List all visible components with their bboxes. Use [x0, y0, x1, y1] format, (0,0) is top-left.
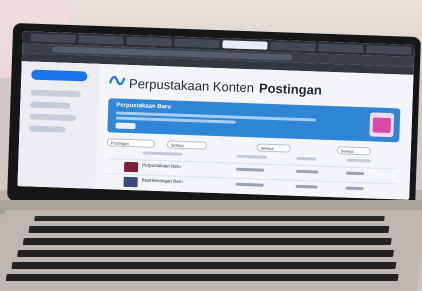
- column-header: [142, 151, 183, 156]
- cell: [346, 171, 365, 176]
- key-row: [5, 274, 399, 281]
- browser-tab-active[interactable]: [222, 40, 268, 50]
- laptop-screen: Perpustakaan Konten Postingan Perpustaka…: [17, 31, 415, 200]
- cell: [236, 167, 265, 172]
- page-subtitle: Postingan: [258, 80, 323, 98]
- key-row: [11, 262, 397, 269]
- key-row: [17, 250, 395, 257]
- laptop-keyboard: [0, 210, 422, 291]
- filter-chip[interactable]: Postingan: [106, 138, 156, 148]
- column-header: [296, 156, 317, 161]
- banner-title: Perpustakaan Baru: [116, 102, 172, 111]
- filter-chip[interactable]: Semua: [166, 140, 208, 150]
- function-key-row: [34, 216, 385, 221]
- sidebar-item[interactable]: [29, 125, 66, 133]
- cell: [296, 169, 319, 174]
- cell: [235, 182, 264, 187]
- banner-button[interactable]: [115, 122, 136, 130]
- column-header: [236, 154, 267, 159]
- page-header: Perpustakaan Konten Postingan: [109, 70, 410, 102]
- sidebar-item[interactable]: [29, 113, 76, 122]
- calendar-icon: [369, 112, 395, 138]
- post-thumbnail: [123, 161, 139, 173]
- new-post-button[interactable]: [31, 69, 88, 82]
- meta-logo-icon: [109, 75, 126, 86]
- column-header: [346, 158, 371, 163]
- post-title: Buat kenangan Baru: [141, 177, 183, 184]
- cell: [295, 184, 318, 189]
- filter-chip[interactable]: Semua: [256, 143, 292, 153]
- browser-tab[interactable]: [270, 41, 316, 52]
- post-title: Perpustakaan Baru: [142, 162, 181, 169]
- info-banner: Perpustakaan Baru: [107, 98, 401, 143]
- key-row: [22, 238, 392, 245]
- sidebar: [17, 61, 100, 189]
- sidebar-item[interactable]: [30, 89, 81, 98]
- page-title: Perpustakaan Konten: [128, 75, 255, 96]
- browser-tab[interactable]: [318, 43, 364, 54]
- browser-tab[interactable]: [30, 33, 76, 44]
- cell: [345, 186, 364, 191]
- post-thumbnail: [123, 176, 138, 188]
- browser-tab[interactable]: [366, 45, 412, 55]
- page-content: Perpustakaan Konten Postingan Perpustaka…: [17, 61, 414, 200]
- key-row: [28, 226, 390, 233]
- browser-tab[interactable]: [78, 35, 124, 45]
- browser-tab[interactable]: [174, 38, 220, 49]
- filter-chip[interactable]: Semua: [336, 146, 371, 156]
- sidebar-item[interactable]: [30, 101, 71, 109]
- browser-tab[interactable]: [126, 36, 172, 47]
